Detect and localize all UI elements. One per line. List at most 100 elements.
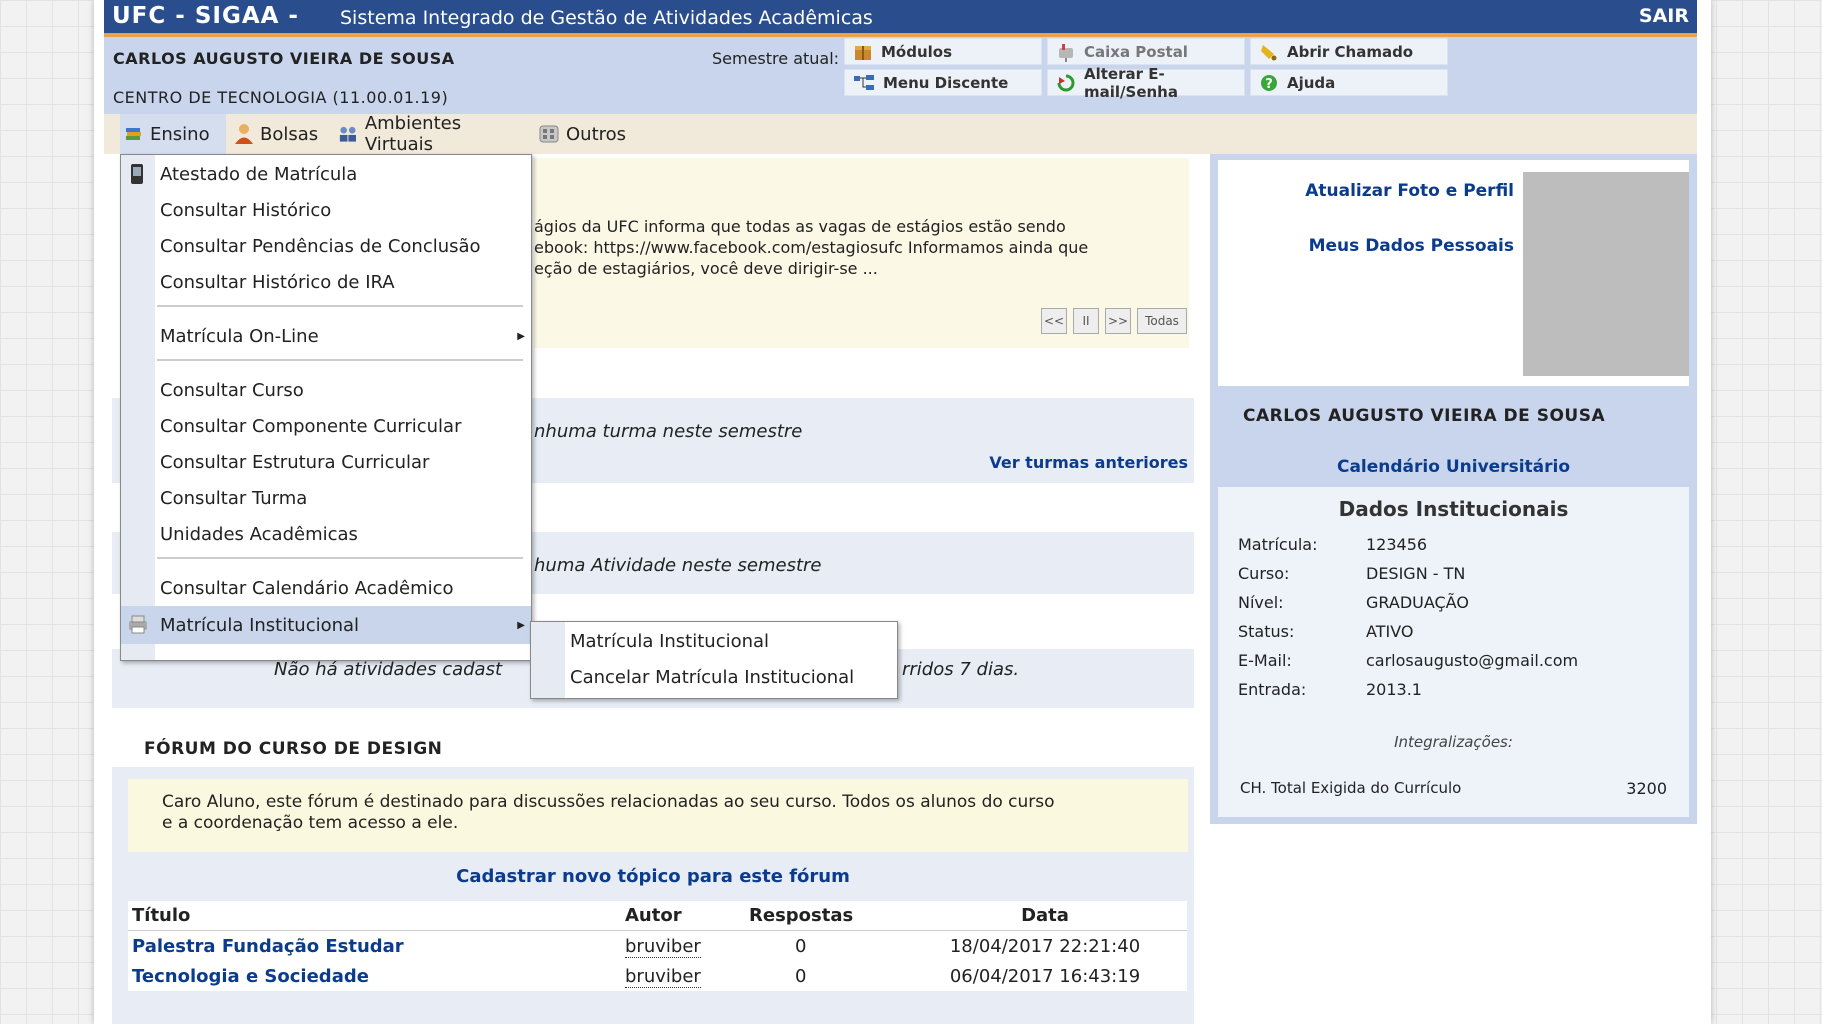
alterar-email-senha-button[interactable]: Alterar E-mail/Senha	[1047, 65, 1245, 101]
menu-item-unidades[interactable]: Unidades Acadêmicas	[121, 516, 531, 552]
menu-ambientes-virtuais[interactable]: Ambientes Virtuais	[334, 113, 530, 155]
books-icon	[126, 128, 141, 140]
help-icon: ?	[1261, 74, 1277, 92]
menu-item-label: Consultar Turma	[160, 487, 308, 509]
menu-item-historico[interactable]: Consultar Histórico	[121, 192, 531, 228]
system-header: UFC - SIGAA - Sistema Integrado de Gestã…	[104, 0, 1697, 37]
ajuda-button[interactable]: ? Ajuda	[1250, 69, 1448, 96]
column-header-date: Data	[903, 901, 1187, 931]
person-icon	[235, 124, 253, 144]
modulos-label: Módulos	[881, 42, 953, 61]
matricula-value: 123456	[1366, 535, 1428, 554]
menu-item-label: Cancelar Matrícula Institucional	[570, 666, 855, 688]
menu-item-estrutura[interactable]: Consultar Estrutura Curricular	[121, 444, 531, 480]
submenu-item-cancelar[interactable]: Cancelar Matrícula Institucional	[531, 659, 897, 695]
forum-note-line: e a coordenação tem acesso a ele.	[162, 813, 459, 833]
menu-item-historico-ira[interactable]: Consultar Histórico de IRA	[121, 264, 531, 300]
people-icon	[339, 126, 356, 142]
university-calendar-link[interactable]: Calendário Universitário	[1337, 457, 1570, 477]
column-header-author: Autor	[621, 901, 745, 931]
topic-replies: 0	[795, 935, 807, 957]
pager-prev-button[interactable]: <<	[1041, 308, 1067, 334]
matricula-institucional-submenu: Matrícula Institucional Cancelar Matrícu…	[530, 621, 898, 699]
email-value: carlosaugusto@gmail.com	[1366, 651, 1579, 670]
abrir-chamado-button[interactable]: Abrir Chamado	[1250, 38, 1448, 65]
institutional-data: Dados Institucionais Matrícula: 123456 C…	[1218, 487, 1689, 817]
menu-ensino-label: Ensino	[150, 123, 210, 145]
menu-item-label: Matrícula Institucional	[160, 614, 360, 636]
nivel-label: Nível:	[1238, 593, 1284, 612]
menu-item-label: Consultar Calendário Acadêmico	[160, 577, 454, 599]
topic-author: bruviber	[625, 935, 701, 958]
new-topic-link[interactable]: Cadastrar novo tópico para este fórum	[456, 866, 850, 887]
mailbox-icon	[1059, 43, 1073, 62]
menu-separator	[157, 305, 523, 307]
menu-discente-button[interactable]: Menu Discente	[844, 69, 1042, 96]
topic-title-link[interactable]: Palestra Fundação Estudar	[132, 936, 404, 957]
package-icon	[855, 45, 871, 60]
menu-item-label: Atestado de Matrícula	[160, 163, 358, 185]
menu-bolsas[interactable]: Bolsas	[230, 114, 324, 154]
menu-outros[interactable]: Outros	[534, 114, 634, 154]
entrada-value: 2013.1	[1366, 680, 1422, 699]
column-header-title: Título	[128, 901, 621, 931]
svg-text:?: ?	[1265, 77, 1273, 92]
menu-ambientes-label: Ambientes Virtuais	[364, 113, 462, 155]
forum-note: Caro Aluno, este fórum é destinado para …	[128, 779, 1188, 852]
menu-item-label: Consultar Histórico	[160, 199, 332, 221]
submenu-arrow-icon: ▶	[517, 330, 525, 342]
ch-total-label: CH. Total Exigida do Currículo	[1240, 779, 1462, 797]
turmas-empty-text: nhuma turma neste semestre	[534, 421, 803, 442]
topic-date: 18/04/2017 22:21:40	[949, 935, 1141, 957]
modulos-button[interactable]: Módulos	[844, 38, 1042, 65]
menu-discente-label: Menu Discente	[883, 73, 1009, 92]
pager-all-button[interactable]: Todas	[1137, 308, 1187, 334]
entrada-label: Entrada:	[1238, 680, 1307, 699]
submenu-item-matricula[interactable]: Matrícula Institucional	[531, 623, 897, 659]
refresh-icon	[1057, 74, 1075, 91]
email-label: E-Mail:	[1238, 651, 1292, 670]
table-header-row: Título Autor Respostas Data	[128, 901, 1187, 931]
menu-item-calendario[interactable]: Consultar Calendário Acadêmico	[121, 570, 531, 606]
pager-next-button[interactable]: >>	[1105, 308, 1131, 334]
topic-title-link[interactable]: Tecnologia e Sociedade	[132, 966, 369, 987]
status-label: Status:	[1238, 622, 1295, 641]
update-photo-link[interactable]: Atualizar Foto e Perfil	[1305, 181, 1514, 201]
announcement-line: ebook: https://www.facebook.com/estagios…	[534, 238, 1089, 257]
menu-item-label: Unidades Acadêmicas	[160, 523, 358, 545]
pager-pause-button[interactable]: II	[1073, 308, 1099, 334]
column-header-replies: Respostas	[745, 901, 903, 931]
caixa-postal-label: Caixa Postal	[1084, 42, 1188, 61]
menu-item-pendencias[interactable]: Consultar Pendências de Conclusão	[121, 228, 531, 264]
ch-total-value: 3200	[1626, 779, 1667, 798]
menu-item-matricula-institucional[interactable]: Matrícula Institucional ▶	[121, 606, 531, 644]
menu-ensino[interactable]: Ensino	[120, 114, 226, 154]
ensino-dropdown-menu: Atestado de Matrícula Consultar Históric…	[120, 154, 532, 661]
institutional-title: Dados Institucionais	[1338, 497, 1569, 521]
menu-item-turma[interactable]: Consultar Turma	[121, 480, 531, 516]
announcement-line: ágios da UFC informa que todas as vagas …	[534, 217, 1066, 236]
menu-item-componente[interactable]: Consultar Componente Curricular	[121, 408, 531, 444]
menu-item-label: Consultar Estrutura Curricular	[160, 451, 430, 473]
grid-icon	[539, 125, 559, 143]
caixa-postal-button[interactable]: Caixa Postal	[1047, 38, 1245, 65]
announcement-text: ágios da UFC informa que todas as vagas …	[534, 216, 1174, 279]
profile-panel: Atualizar Foto e Perfil Meus Dados Pesso…	[1210, 154, 1697, 824]
logout-button[interactable]: SAIR	[1639, 5, 1689, 27]
calendar-row: Calendário Universitário	[1210, 457, 1697, 477]
menu-item-curso[interactable]: Consultar Curso	[121, 372, 531, 408]
menu-item-matricula-online[interactable]: Matrícula On-Line ▶	[121, 318, 531, 354]
status-value: ATIVO	[1366, 622, 1414, 641]
announcement-box: ágios da UFC informa que todas as vagas …	[534, 158, 1189, 348]
menu-item-atestado[interactable]: Atestado de Matrícula	[121, 156, 531, 192]
menu-bolsas-label: Bolsas	[260, 123, 319, 145]
recent-activities-text-left: Não há atividades cadast	[274, 659, 503, 680]
menu-outros-label: Outros	[566, 123, 627, 145]
user-center: CENTRO DE TECNOLOGIA (11.00.01.19)	[113, 88, 449, 107]
curso-value: DESIGN - TN	[1366, 564, 1466, 583]
profile-box: Atualizar Foto e Perfil Meus Dados Pesso…	[1218, 160, 1689, 386]
personal-data-link[interactable]: Meus Dados Pessoais	[1309, 236, 1514, 256]
menu-item-label: Matrícula Institucional	[570, 630, 770, 652]
system-full-name: Sistema Integrado de Gestão de Atividade…	[340, 7, 873, 29]
past-classes-link[interactable]: Ver turmas anteriores	[989, 453, 1188, 472]
